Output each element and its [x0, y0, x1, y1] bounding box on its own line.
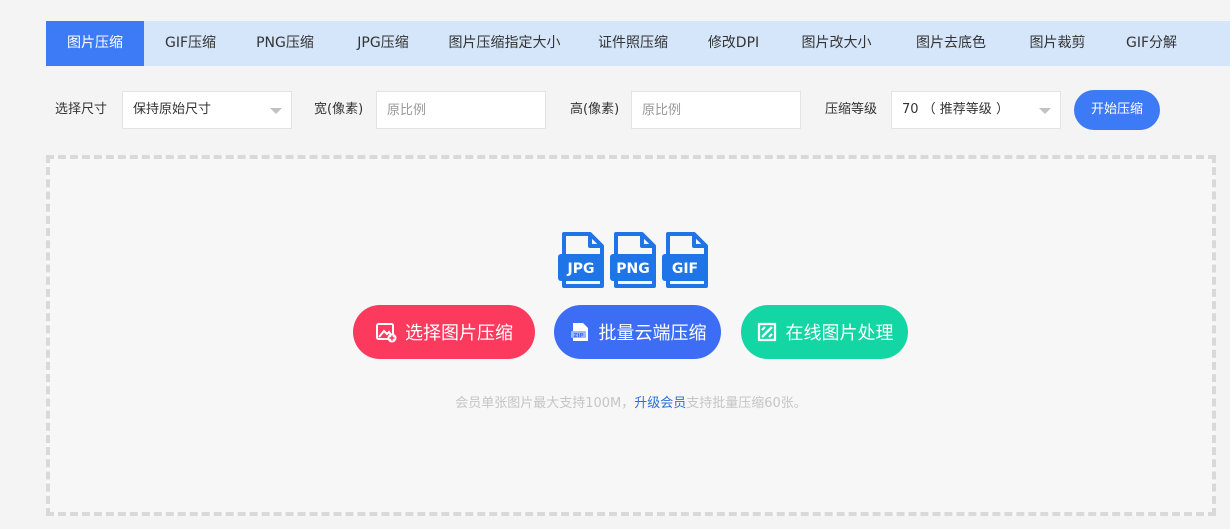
chevron-down-icon [270, 108, 282, 114]
level-select-value: 70 （ 推荐等级 ） [902, 102, 1009, 117]
size-select-value: 保持原始尺寸 [133, 102, 212, 117]
tab-compress-to-size[interactable]: 图片压缩指定大小 [433, 21, 576, 66]
gif-file-label: GIF [672, 261, 698, 277]
tab-id-photo-compress[interactable]: 证件照压缩 [576, 21, 690, 66]
start-compress-button[interactable]: 开始压缩 [1074, 90, 1160, 130]
select-image-compress-label: 选择图片压缩 [405, 323, 513, 344]
select-image-compress-button[interactable]: 选择图片压缩 [353, 305, 535, 359]
width-label: 宽(像素) [314, 102, 364, 117]
tab-resize-image[interactable]: 图片改大小 [777, 21, 896, 66]
batch-cloud-compress-label: 批量云端压缩 [598, 323, 707, 344]
png-file-icon: PNG [610, 232, 656, 288]
image-add-icon [376, 323, 397, 343]
jpg-file-icon: JPG [558, 232, 604, 288]
upgrade-member-link[interactable]: 升级会员 [634, 396, 686, 411]
member-hint-text: 会员单张图片最大支持100M， [455, 396, 635, 411]
gif-file-icon: GIF [662, 232, 708, 288]
tab-gif-split[interactable]: GIF分解 [1109, 21, 1194, 66]
compress-options: 选择尺寸 保持原始尺寸 宽(像素) 高(像素) 压缩等级 70 （ 推荐等级 ）… [46, 90, 1230, 130]
svg-text:ZIP: ZIP [573, 333, 583, 339]
online-image-process-label: 在线图片处理 [785, 323, 894, 344]
image-edit-icon [757, 322, 776, 342]
file-type-icons: JPG PNG GIF [558, 232, 710, 290]
tab-remove-background[interactable]: 图片去底色 [896, 21, 1006, 66]
level-select[interactable]: 70 （ 推荐等级 ） [891, 91, 1061, 129]
tab-gif-compress[interactable]: GIF压缩 [144, 21, 237, 66]
upload-dropzone[interactable]: JPG PNG GIF 选择图片压缩 ZIP 批量云端压缩 在线图片处理 会员单… [46, 155, 1216, 516]
png-file-label: PNG [616, 261, 649, 277]
tab-png-compress[interactable]: PNG压缩 [237, 21, 333, 66]
size-select[interactable]: 保持原始尺寸 [122, 91, 292, 129]
width-input[interactable] [376, 91, 546, 129]
tab-crop-image[interactable]: 图片裁剪 [1006, 21, 1109, 66]
batch-cloud-compress-button[interactable]: ZIP 批量云端压缩 [554, 305, 721, 359]
zip-file-icon: ZIP [570, 323, 588, 341]
chevron-down-icon [1039, 108, 1051, 114]
tab-modify-dpi[interactable]: 修改DPI [690, 21, 777, 66]
height-input[interactable] [631, 91, 801, 129]
member-hint-suffix: 支持批量压缩60张。 [686, 396, 807, 411]
tool-tabs: 图片压缩 GIF压缩 PNG压缩 JPG压缩 图片压缩指定大小 证件照压缩 修改… [46, 21, 1230, 66]
level-label: 压缩等级 [825, 102, 878, 117]
tab-jpg-compress[interactable]: JPG压缩 [333, 21, 433, 66]
size-label: 选择尺寸 [55, 102, 108, 117]
member-hint: 会员单张图片最大支持100M，升级会员支持批量压缩60张。 [50, 392, 1212, 411]
height-label: 高(像素) [570, 102, 620, 117]
online-image-process-button[interactable]: 在线图片处理 [741, 305, 908, 359]
jpg-file-label: JPG [567, 261, 595, 277]
tab-image-compress[interactable]: 图片压缩 [46, 21, 144, 66]
